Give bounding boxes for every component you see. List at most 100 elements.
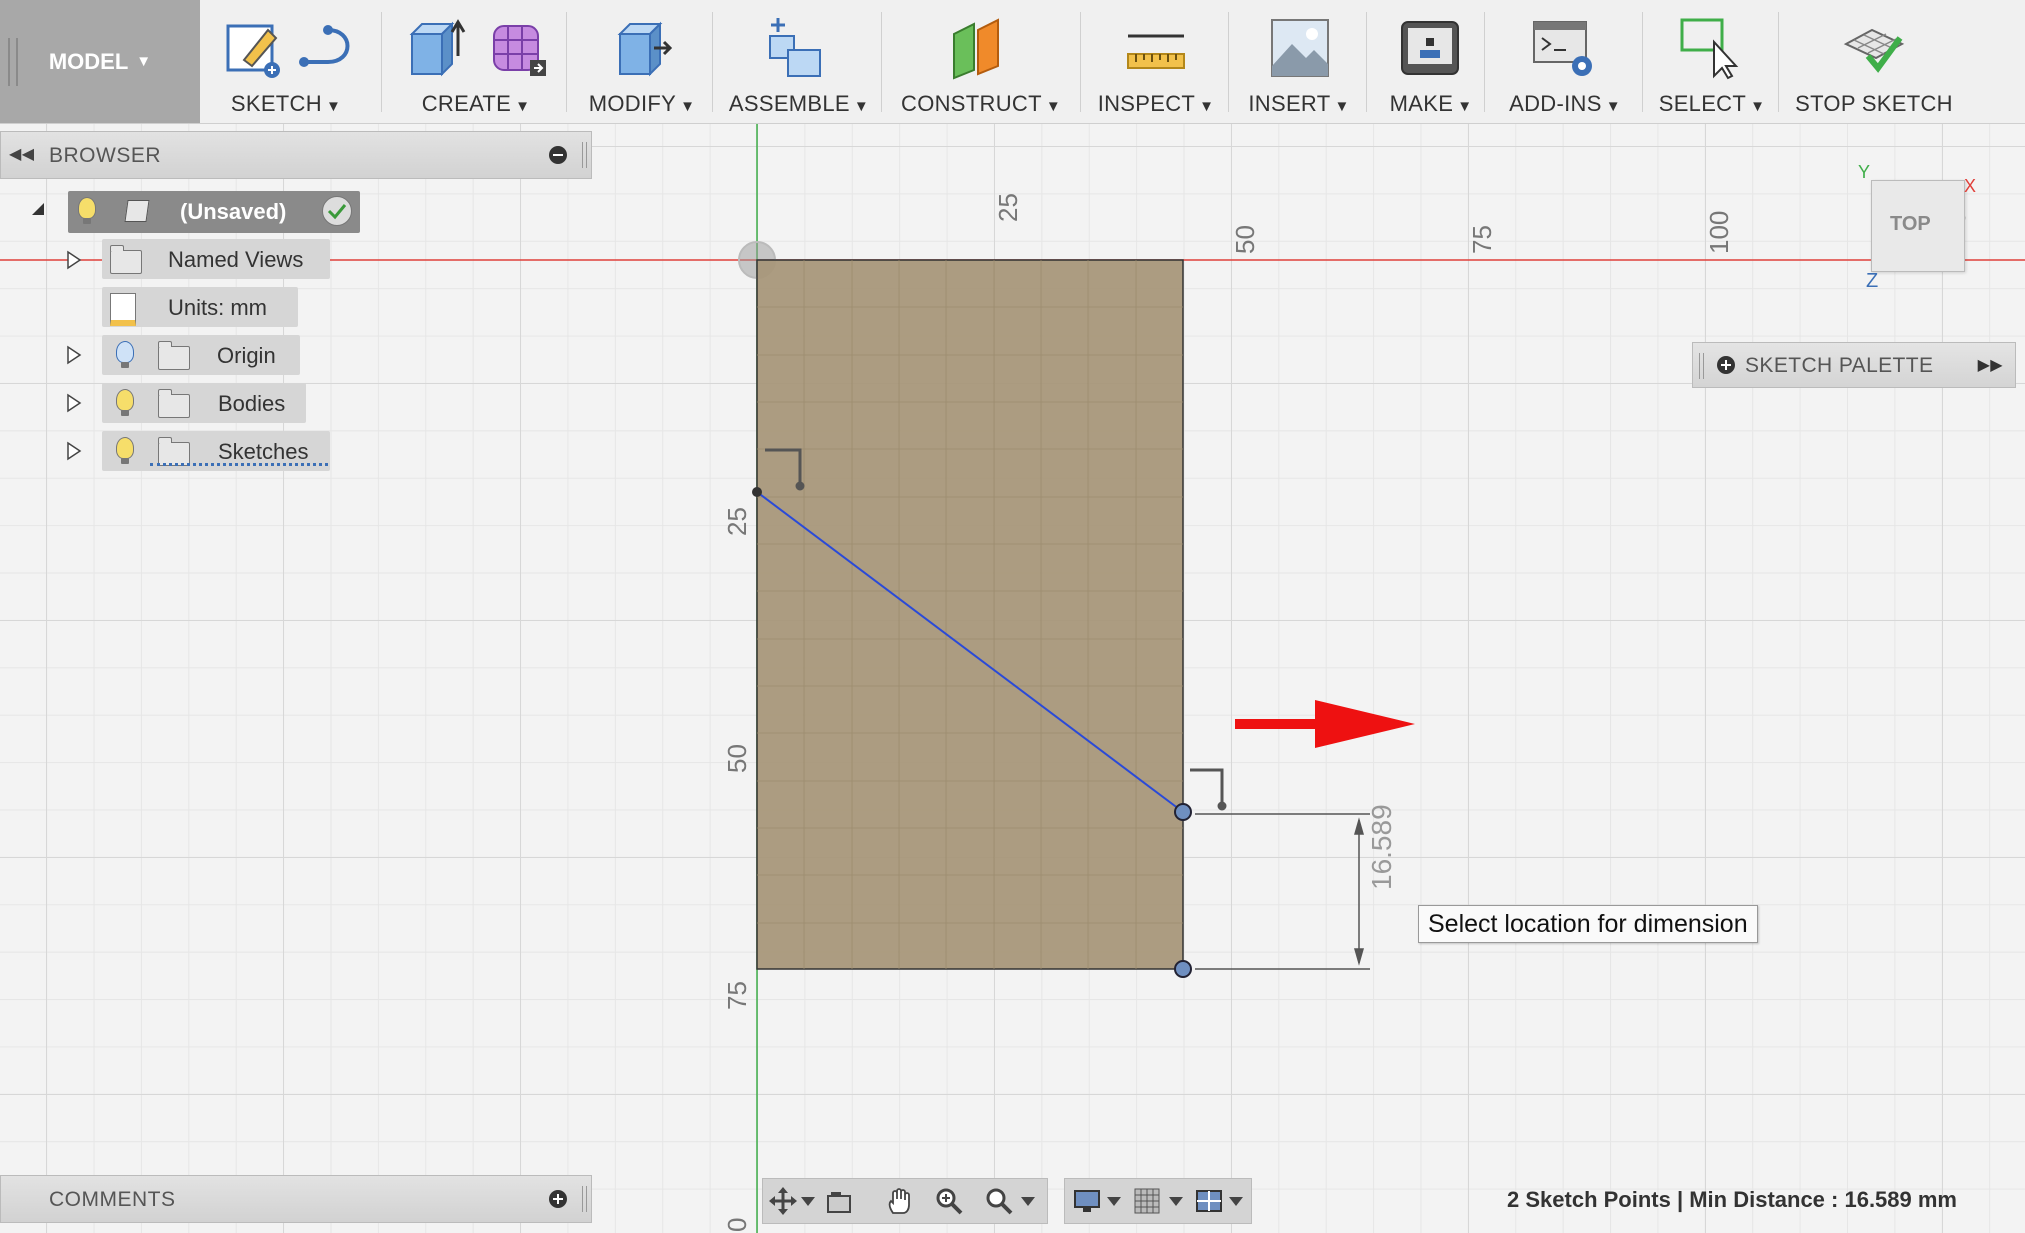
chevron-down-icon[interactable] xyxy=(1169,1197,1183,1206)
visibility-bulb-icon[interactable] xyxy=(116,389,134,416)
chevron-down-icon[interactable] xyxy=(1021,1197,1035,1206)
mode-label: MODEL xyxy=(48,48,129,74)
toolbar-group-label: ASSEMBLE ▼ xyxy=(728,91,870,116)
toolbar-group-insert[interactable]: INSERT ▼ xyxy=(1234,0,1364,123)
dimension-lines xyxy=(1195,813,1370,970)
tree-item-origin[interactable]: Origin xyxy=(102,335,300,375)
stop-sketch-button[interactable]: STOP SKETCH xyxy=(1784,0,1964,123)
scripts-addins-icon[interactable] xyxy=(1532,16,1596,80)
sketch-palette-header[interactable]: SKETCH PALETTE ▶▶ xyxy=(1692,342,2016,388)
chevron-down-icon[interactable] xyxy=(801,1197,815,1206)
toolbar-group-select[interactable]: SELECT ▼ xyxy=(1648,0,1776,123)
visibility-bulb-icon[interactable] xyxy=(116,341,134,368)
expand-arrow-icon[interactable] xyxy=(66,441,82,461)
sketch-underline xyxy=(150,463,328,466)
tree-item-sketches[interactable]: Sketches xyxy=(102,431,330,471)
toolbar-group-label: STOP SKETCH xyxy=(1795,91,1953,116)
toolbar-group-add-ins[interactable]: ADD-INS ▼ xyxy=(1490,0,1640,123)
panel-grip[interactable] xyxy=(582,1186,587,1212)
folder-icon xyxy=(110,245,142,274)
tree-item-label: Bodies xyxy=(218,391,286,416)
toolbar-group-create[interactable]: CREATE ▼ xyxy=(386,0,566,123)
toolbar-group-label: SKETCH ▼ xyxy=(230,91,342,116)
press-pull-icon[interactable] xyxy=(610,16,674,80)
toolbar-grip[interactable] xyxy=(8,38,18,86)
tree-item-units[interactable]: Units: mm xyxy=(102,287,298,327)
ruler-label-h: 100 xyxy=(1704,210,1734,254)
tree-root[interactable]: (Unsaved) xyxy=(68,191,360,233)
comments-panel-header[interactable]: COMMENTS xyxy=(0,1175,592,1223)
dimension-tooltip: Select location for dimension xyxy=(1418,905,1758,943)
toolbar-group-modify[interactable]: MODIFY ▼ xyxy=(572,0,712,123)
viewports-icon[interactable] xyxy=(1195,1187,1223,1215)
status-text: 2 Sketch Points | Min Distance : 16.589 … xyxy=(1507,1187,1957,1212)
toolbar-group-construct[interactable]: CONSTRUCT ▼ xyxy=(886,0,1076,123)
expand-arrow-icon[interactable] xyxy=(66,345,82,365)
toolbar-group-inspect[interactable]: INSPECT ▼ xyxy=(1086,0,1226,123)
toolbar-group-label: MAKE ▼ xyxy=(1389,91,1473,116)
insert-image-icon[interactable] xyxy=(1268,16,1332,80)
form-icon[interactable] xyxy=(486,16,550,80)
extrude-icon[interactable] xyxy=(402,16,466,80)
chevron-down-icon[interactable] xyxy=(1107,1197,1121,1206)
fit-zoom-icon[interactable] xyxy=(985,1187,1013,1215)
toolbar-group-label: MODIFY ▼ xyxy=(588,91,696,116)
dimension-value[interactable]: 16.589 xyxy=(1366,804,1398,890)
browser-panel-header[interactable]: ◀◀ BROWSER xyxy=(0,131,592,179)
display-settings-bar xyxy=(1064,1178,1252,1224)
minimize-icon[interactable] xyxy=(549,146,567,164)
grid-settings-icon[interactable] xyxy=(1133,1187,1161,1215)
add-comment-icon[interactable] xyxy=(549,1190,567,1208)
collapse-panel-icon[interactable]: ◀◀ xyxy=(9,144,35,164)
sketch-canvas[interactable] xyxy=(0,0,2025,1233)
create-sketch-icon[interactable] xyxy=(222,16,286,80)
units-document-icon xyxy=(110,293,136,326)
browser-title: BROWSER xyxy=(49,144,162,167)
visibility-bulb-icon[interactable] xyxy=(78,197,96,224)
dock-palette-icon[interactable]: ▶▶ xyxy=(1978,355,2003,375)
activate-check-icon[interactable] xyxy=(322,196,352,226)
toolbar-group-assemble[interactable]: ASSEMBLE ▼ xyxy=(718,0,880,123)
new-component-icon[interactable] xyxy=(764,16,828,80)
measure-icon[interactable] xyxy=(1124,16,1188,80)
toolbar: MODEL ▼ SKETCH ▼ CREATE ▼ MODIFY ▼ ASSEM… xyxy=(0,0,2025,124)
viewcube[interactable]: TOP xyxy=(1871,180,1965,272)
red-arrow-annotation xyxy=(1235,700,1415,748)
chevron-down-icon[interactable] xyxy=(1229,1197,1243,1206)
sketch-rectangle xyxy=(756,259,1184,970)
ruler-label-h: 50 xyxy=(1230,225,1260,254)
chevron-down-icon: ▼ xyxy=(136,53,152,70)
tree-item-named-views[interactable]: Named Views xyxy=(102,239,330,279)
constraint-glyph-2 xyxy=(1190,768,1227,811)
select-cursor-icon[interactable] xyxy=(1678,16,1742,80)
toolbar-group-label: SELECT ▼ xyxy=(1658,91,1766,116)
expand-arrow-icon[interactable] xyxy=(66,393,82,413)
tree-root-toggle[interactable] xyxy=(32,203,44,215)
sketch-point-selected-2 xyxy=(1174,960,1192,978)
viewcube-face-top[interactable]: TOP xyxy=(1890,213,1931,236)
panel-grip[interactable] xyxy=(582,142,587,168)
offset-plane-icon[interactable] xyxy=(946,16,1010,80)
expand-palette-icon[interactable] xyxy=(1717,356,1735,374)
orbit-icon[interactable] xyxy=(769,1187,797,1215)
toolbar-group-make[interactable]: MAKE ▼ xyxy=(1372,0,1490,123)
zoom-icon[interactable] xyxy=(935,1187,963,1215)
workspace-mode-button[interactable]: MODEL ▼ xyxy=(0,0,200,123)
toolbar-group-sketch[interactable]: SKETCH ▼ xyxy=(206,0,366,123)
viewcube-axis-y: Y xyxy=(1858,162,1871,182)
3d-print-icon[interactable] xyxy=(1398,16,1462,80)
visibility-bulb-icon[interactable] xyxy=(116,437,134,464)
folder-icon xyxy=(158,389,190,418)
sketch-palette-title: SKETCH PALETTE xyxy=(1745,354,1934,377)
look-at-icon[interactable] xyxy=(825,1187,853,1215)
line-arc-icon[interactable] xyxy=(298,16,362,80)
viewcube-axis-z: Z xyxy=(1866,270,1879,292)
expand-arrow-icon[interactable] xyxy=(66,250,82,270)
panel-grip[interactable] xyxy=(1699,353,1704,379)
pan-hand-icon[interactable] xyxy=(885,1187,913,1215)
display-settings-icon[interactable] xyxy=(1073,1187,1101,1215)
stop-sketch-icon[interactable] xyxy=(1842,16,1906,80)
navigation-bar xyxy=(762,1178,1048,1224)
comments-title: COMMENTS xyxy=(49,1188,176,1211)
tree-item-bodies[interactable]: Bodies xyxy=(102,383,306,423)
